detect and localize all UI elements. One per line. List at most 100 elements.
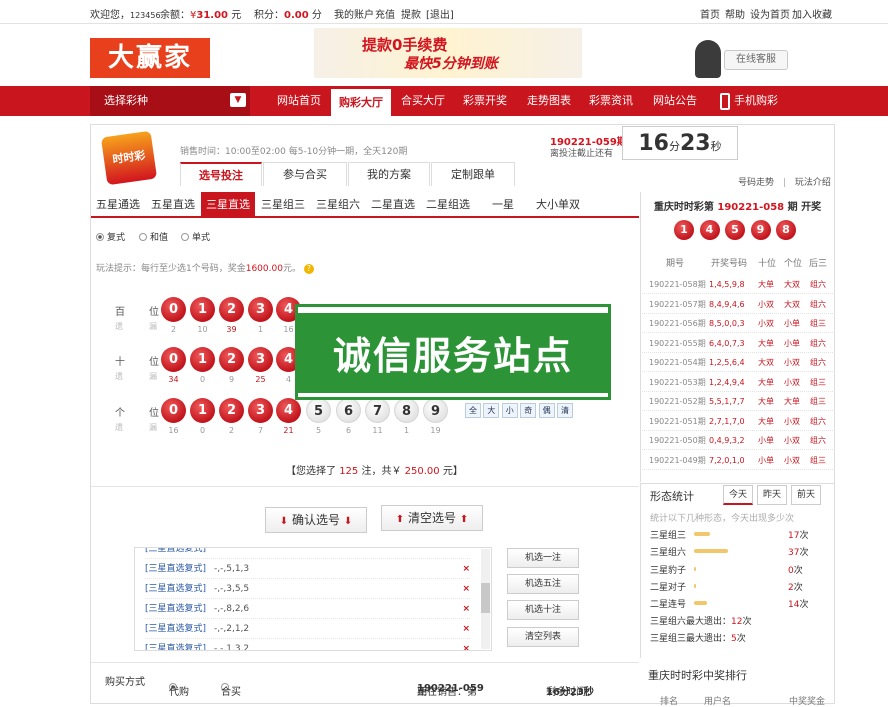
list-item[interactable]: [三星直选复式] -,-,8,2,6 × — [145, 599, 470, 619]
bet-numbers: -,-,1,3,2 — [214, 644, 250, 651]
nav-trend-charts[interactable]: 走势图表 — [519, 86, 579, 116]
number-ball[interactable]: 4 — [276, 398, 301, 423]
link-withdraw[interactable]: 提款 — [401, 6, 421, 21]
number-ball[interactable]: 1 — [190, 347, 215, 372]
play-tab-size-parity[interactable]: 大小单双 — [531, 192, 585, 218]
online-service-button[interactable]: 在线客服 — [724, 50, 788, 70]
clear-list-button[interactable]: 清空列表 — [507, 627, 579, 647]
bet-type: [三星直选复式] — [145, 624, 207, 634]
tab-my-plans[interactable]: 我的方案 — [348, 162, 430, 186]
history-last3: 组六 — [810, 416, 826, 426]
number-ball[interactable]: 7 — [365, 398, 390, 423]
link-help[interactable]: 帮助 — [725, 6, 745, 21]
tab-follow[interactable]: 定制跟单 — [431, 162, 515, 186]
link-number-trend[interactable]: 号码走势 — [738, 178, 774, 188]
remove-icon[interactable]: × — [462, 639, 470, 650]
miss-count: 10 — [197, 325, 208, 334]
nav-notice[interactable]: 网站公告 — [645, 86, 705, 116]
number-ball[interactable]: 3 — [248, 297, 273, 322]
quick-select-button[interactable]: 偶 — [538, 403, 555, 418]
number-ball[interactable]: 3 — [248, 398, 273, 423]
number-ball[interactable]: 1 — [190, 398, 215, 423]
miss-count: 34 — [168, 375, 179, 384]
random-1-button[interactable]: 机选一注 — [507, 548, 579, 568]
link-my-account[interactable]: 我的账户 — [334, 6, 374, 21]
play-tab-5star-direct[interactable]: 五星直选 — [146, 192, 200, 218]
list-item[interactable]: [三星直选复式] -,-,3,5,5 × — [145, 579, 470, 599]
history-unit: 小单 — [784, 319, 800, 328]
quick-select-button[interactable]: 奇 — [520, 403, 537, 418]
draw-title: 重庆时时彩第 190221-058 期 开奖 — [653, 202, 822, 213]
number-ball[interactable]: 2 — [219, 297, 244, 322]
row-label: 位 — [149, 408, 159, 419]
play-tab-2star-group[interactable]: 二星组选 — [421, 192, 475, 218]
play-tab-3star-group3[interactable]: 三星组三 — [256, 192, 310, 218]
number-ball[interactable]: 0 — [161, 347, 186, 372]
link-set-home[interactable]: 设为首页 — [750, 6, 790, 21]
play-tab-3star-group6[interactable]: 三星组六 — [311, 192, 365, 218]
remove-icon[interactable]: × — [462, 619, 470, 639]
tab-bet[interactable]: 选号投注 — [180, 162, 262, 186]
number-ball[interactable]: 1 — [190, 297, 215, 322]
play-tab-2star-direct[interactable]: 二星直选 — [366, 192, 420, 218]
mode-single[interactable]: 单式 — [181, 230, 210, 243]
stats-tab-yesterday[interactable]: 昨天 — [757, 485, 787, 505]
list-item: [三星直选复式] — [145, 548, 470, 559]
play-tab-3star-direct[interactable]: 三星直选 — [201, 192, 255, 218]
play-tab-1star[interactable]: 一星 — [476, 192, 530, 218]
bet-type: [三星直选复式] — [145, 584, 207, 594]
nav-mobile[interactable]: 手机购彩 — [734, 86, 790, 116]
nav-news[interactable]: 彩票资讯 — [581, 86, 641, 116]
history-code: 6,4,0,7,3 — [709, 338, 745, 348]
list-item[interactable]: [三星直选复式] -,-,2,1,2 × — [145, 619, 470, 639]
link-rules[interactable]: 玩法介绍 — [795, 178, 831, 188]
select-lottery-dropdown[interactable]: 选择彩种 ▼ — [90, 86, 250, 116]
link-logout[interactable]: [退出] — [426, 6, 454, 21]
number-ball[interactable]: 0 — [161, 398, 186, 423]
number-ball[interactable]: 2 — [219, 398, 244, 423]
number-ball[interactable]: 2 — [219, 347, 244, 372]
remove-icon[interactable]: × — [462, 599, 470, 619]
number-ball[interactable]: 3 — [248, 347, 273, 372]
clear-selection-button[interactable]: ⬆ 清空选号 ⬆ — [381, 505, 483, 531]
history-code: 8,4,9,4,6 — [709, 299, 745, 309]
number-ball[interactable]: 9 — [423, 398, 448, 423]
mode-compound[interactable]: 复式 — [96, 230, 125, 243]
random-10-button[interactable]: 机选十注 — [507, 600, 579, 620]
promo-banner[interactable]: 提款0手续费 最快5分钟到账 — [314, 28, 582, 78]
link-home[interactable]: 首页 — [700, 6, 720, 21]
nav-home[interactable]: 网站首页 — [268, 86, 330, 116]
remove-icon[interactable]: × — [462, 559, 470, 579]
number-ball[interactable]: 8 — [394, 398, 419, 423]
random-5-button[interactable]: 机选五注 — [507, 574, 579, 594]
number-ball[interactable]: 6 — [336, 398, 361, 423]
number-ball[interactable]: 0 — [161, 297, 186, 322]
miss-count: 11 — [372, 426, 383, 435]
stats-tab-today[interactable]: 今天 — [723, 485, 753, 505]
help-icon[interactable]: ? — [303, 264, 314, 274]
list-item[interactable]: [三星直选复式] -,-,5,1,3 × — [145, 559, 470, 579]
site-logo[interactable]: 大赢家 — [90, 38, 210, 78]
bet-list: [三星直选复式] [三星直选复式] -,-,5,1,3 × [三星直选复式] -,-,3,… — [134, 547, 492, 651]
history-unit: 小双 — [784, 416, 800, 426]
quick-select-button[interactable]: 大 — [483, 403, 500, 418]
nav-draw-results[interactable]: 彩票开奖 — [455, 86, 515, 116]
nav-lottery-hall[interactable]: 购彩大厅 — [331, 89, 391, 116]
remove-icon[interactable]: × — [462, 579, 470, 599]
confirm-selection-button[interactable]: ⬇ 确认选号 ⬇ — [265, 507, 367, 533]
service-avatar-icon — [695, 40, 721, 78]
quick-select-button[interactable]: 全 — [465, 403, 481, 418]
scrollbar-thumb[interactable] — [481, 583, 490, 613]
row-sub: 漏 — [149, 423, 157, 432]
mode-sum[interactable]: 和值 — [139, 230, 168, 243]
quick-select-button[interactable]: 清 — [557, 403, 573, 418]
number-ball[interactable]: 5 — [306, 398, 331, 423]
tab-join-group[interactable]: 参与合买 — [263, 162, 347, 186]
nav-group-buy[interactable]: 合买大厅 — [393, 86, 453, 116]
quick-select-button[interactable]: 小 — [501, 403, 518, 418]
list-item[interactable]: [三星直选复式] -,-,1,3,2 × — [145, 639, 470, 651]
link-recharge[interactable]: 充值 — [375, 6, 395, 21]
link-favorite[interactable]: 加入收藏 — [792, 6, 832, 21]
stats-tab-daybefore[interactable]: 前天 — [791, 485, 821, 505]
play-tab-5star-all[interactable]: 五星通选 — [91, 192, 145, 218]
